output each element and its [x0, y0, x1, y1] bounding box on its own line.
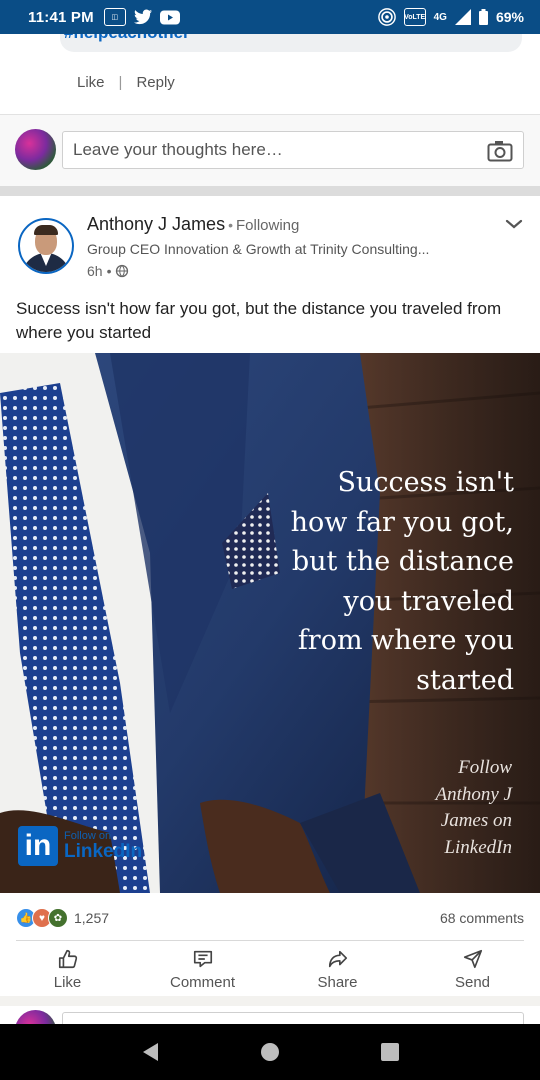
- like-label: Like: [53, 973, 82, 991]
- separator: |: [118, 74, 123, 91]
- hashtag-link[interactable]: #helpeachother: [64, 34, 190, 43]
- reaction-icons: 👍 ♥ ✿: [16, 908, 68, 928]
- home-button[interactable]: [259, 1041, 281, 1063]
- comment-icon: [193, 950, 212, 967]
- app-notification-icon: ◫: [103, 8, 126, 26]
- share-icon: [328, 950, 347, 967]
- share-button[interactable]: Share: [270, 944, 405, 994]
- author-avatar[interactable]: [18, 218, 74, 274]
- battery-percent: 69%: [495, 9, 524, 25]
- signal-icon: [454, 9, 471, 25]
- comment-input[interactable]: Leave your thoughts here…: [62, 131, 524, 169]
- social-counts[interactable]: 👍 ♥ ✿ 1,257 68 comments: [16, 905, 524, 931]
- follow-line: Follow: [458, 757, 512, 778]
- send-label: Send: [454, 973, 491, 991]
- quote-line: but the distance: [291, 546, 514, 577]
- volte-icon: VoLTE: [403, 8, 426, 26]
- reactions-count[interactable]: 1,257: [74, 910, 109, 926]
- twitter-icon: [133, 9, 152, 25]
- thumbs-up-icon: [58, 949, 77, 968]
- send-button[interactable]: Send: [405, 944, 540, 994]
- back-button[interactable]: [139, 1041, 161, 1063]
- hotspot-icon: [377, 8, 396, 26]
- author-name-line[interactable]: Anthony J James • Following: [87, 214, 299, 235]
- follow-line: LinkedIn: [444, 836, 512, 858]
- support-reaction-icon: ✿: [48, 908, 68, 928]
- send-icon: [463, 949, 482, 968]
- following-status: Following: [235, 217, 300, 234]
- back-icon: [143, 1043, 158, 1061]
- system-indicators: VoLTE 4G 69%: [377, 8, 524, 26]
- status-bar: 11:41 PM ◫ VoLTE 4G 69%: [0, 0, 540, 34]
- next-comment-composer: [0, 1006, 540, 1024]
- user-avatar: [15, 1010, 56, 1024]
- battery-icon: [478, 9, 488, 25]
- like-button[interactable]: Like: [0, 944, 135, 994]
- image-follow-text: Follow Anthony J James on LinkedIn: [332, 755, 512, 861]
- share-label: Share: [317, 973, 358, 991]
- section-gap: [0, 996, 540, 1006]
- comment-label: Comment: [169, 973, 236, 991]
- author-name[interactable]: Anthony J James: [87, 214, 225, 234]
- logo-big-text: LinkedIn: [64, 841, 143, 862]
- feed-post: Anthony J James • Following Group CEO Inno…: [0, 196, 540, 1024]
- comment-button[interactable]: Comment: [135, 944, 270, 994]
- image-quote: Success isn't how far you got, but the d…: [254, 463, 514, 700]
- system-navigation-bar: [0, 1024, 540, 1080]
- network-type: 4G: [433, 11, 447, 23]
- status-time: 11:41 PM: [28, 8, 94, 26]
- linkedin-logo: in Follow on LinkedIn: [18, 826, 142, 866]
- quote-line: from where you: [297, 625, 514, 656]
- comment-reply-button[interactable]: Reply: [136, 74, 174, 91]
- quote-line: how far you got,: [290, 506, 514, 538]
- post-image[interactable]: Success isn't how far you got, but the d…: [0, 353, 540, 893]
- user-avatar: [15, 129, 56, 170]
- quote-line: started: [416, 664, 514, 696]
- recents-button[interactable]: [379, 1041, 401, 1063]
- linkedin-icon: in: [18, 826, 58, 866]
- youtube-icon: [159, 10, 180, 24]
- follow-line: Anthony J: [435, 783, 512, 805]
- logo-small-text: Follow on: [64, 830, 112, 842]
- post-meta: 6h •: [87, 263, 129, 279]
- recents-icon: [381, 1043, 399, 1061]
- quote-line: you traveled: [343, 585, 514, 617]
- previous-comment: #helpeachother Like | Reply: [0, 34, 540, 114]
- comment-like-button[interactable]: Like: [77, 74, 105, 91]
- quote-line: Success isn't: [337, 467, 514, 498]
- globe-icon: [116, 264, 129, 278]
- camera-icon[interactable]: [487, 140, 513, 162]
- comment-placeholder: Leave your thoughts here…: [73, 140, 283, 159]
- feed-divider: [0, 186, 540, 196]
- comment-input[interactable]: [62, 1012, 524, 1024]
- author-headline: Group CEO Innovation & Growth at Trinity…: [87, 241, 430, 257]
- comments-count[interactable]: 68 comments: [440, 910, 524, 926]
- notification-icons: ◫: [103, 8, 180, 26]
- comment-bubble: #helpeachother: [60, 34, 522, 52]
- chevron-down-icon[interactable]: [504, 216, 524, 232]
- follow-line: James on: [440, 810, 512, 831]
- comment-composer: Leave your thoughts here…: [0, 114, 540, 186]
- post-text: Success isn't how far you got, but the d…: [16, 299, 502, 342]
- home-icon: [261, 1043, 279, 1061]
- post-time: 6h: [87, 263, 103, 279]
- comment-actions: Like | Reply: [77, 74, 175, 91]
- post-actions: Like Comment Share Send: [0, 944, 540, 994]
- social-divider: [16, 940, 524, 941]
